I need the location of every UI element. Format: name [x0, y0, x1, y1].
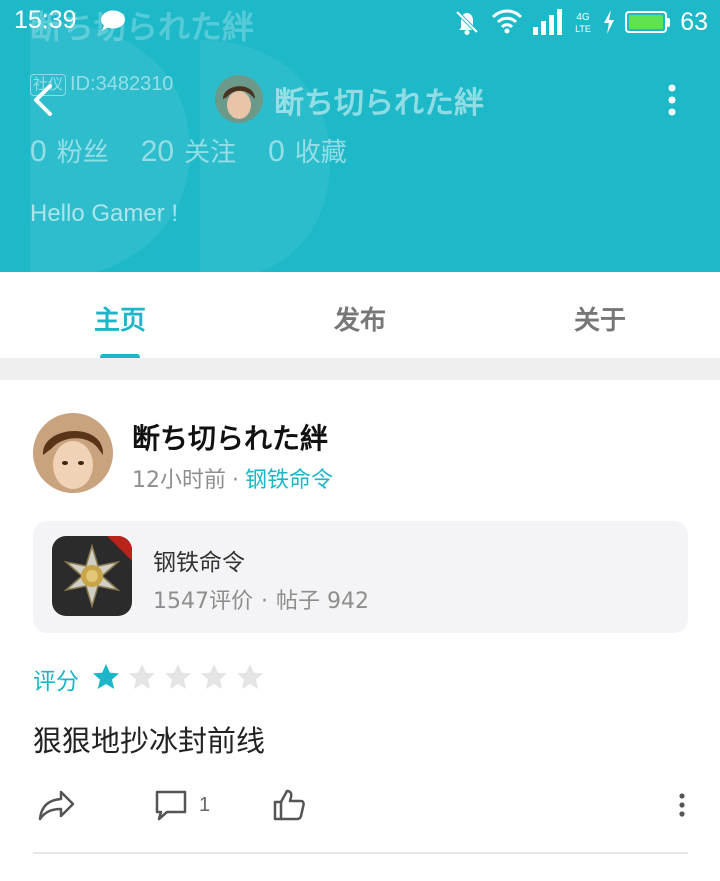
tab-home[interactable]: 主页 [0, 272, 240, 360]
stat-value: 20 [140, 135, 175, 168]
meta-separator: · [232, 468, 239, 493]
post-rating: 评分 [33, 662, 271, 696]
svg-text:4G: 4G [577, 12, 591, 23]
profile-bio: Hello Gamer ! [30, 200, 179, 227]
profile-header: 断ち切られた絆 15:39 4G LTE 63 社仪 ID:3482310 断ち… [0, 0, 720, 272]
post-meta: 12小时前 · 钢铁命令 [132, 462, 333, 494]
star-empty-icon [129, 664, 155, 689]
header-username: 断ち切られた絆 [274, 86, 484, 121]
stat-following[interactable]: 20 关注 [141, 132, 236, 169]
charging-icon [604, 10, 615, 34]
stats-separator: · [261, 589, 268, 614]
tab-about[interactable]: 关于 [480, 272, 720, 358]
post-game-link[interactable]: 钢铁命令 [245, 468, 333, 493]
share-icon [38, 790, 75, 821]
battery-icon [625, 11, 671, 33]
share-button[interactable] [37, 784, 77, 826]
star-empty-icon [201, 664, 227, 689]
comment-icon [155, 790, 187, 821]
section-divider [0, 358, 720, 380]
stat-label: 关注 [184, 138, 237, 168]
user-tag-badge: 社仪 [30, 73, 67, 96]
stat-followers[interactable]: 0 粉丝 [30, 132, 109, 169]
post-more-button[interactable] [676, 784, 688, 826]
game-card-name: 钢铁命令 [153, 550, 245, 576]
profile-stats: 0 粉丝 20 关注 0 收藏 [30, 132, 379, 169]
game-card[interactable]: 钢铁命令 1547评价 · 帖子 942 [33, 521, 688, 633]
status-icons: 4G LTE 63 [453, 6, 708, 38]
chat-bubble-icon [101, 10, 125, 31]
wifi-icon [492, 9, 523, 34]
rating-stars [91, 662, 271, 696]
status-time: 15:39 [14, 6, 77, 34]
status-bar: 15:39 4G LTE 63 [0, 0, 720, 46]
stat-favorites[interactable]: 0 收藏 [268, 132, 347, 169]
signal-icon [533, 9, 563, 35]
game-app-icon [52, 536, 132, 616]
battery-percent: 63 [680, 7, 708, 36]
game-posts: 帖子 942 [276, 589, 369, 614]
post-body-text: 狠狠地抄冰封前线 [33, 724, 266, 758]
star-empty-icon [237, 664, 263, 689]
star-filled-icon [93, 664, 119, 689]
post-actions: 1 [33, 784, 688, 826]
more-vertical-icon [679, 793, 685, 817]
user-id: ID:3482310 [70, 73, 174, 95]
post-time: 12小时前 [132, 468, 226, 493]
rating-label: 评分 [33, 669, 79, 695]
like-button[interactable] [271, 784, 307, 826]
post-divider [33, 852, 688, 854]
post-author-name[interactable]: 断ち切られた絆 [132, 417, 328, 457]
stat-value: 0 [30, 135, 47, 168]
star-empty-icon [165, 664, 191, 689]
more-options-icon[interactable] [662, 82, 682, 118]
lte-icon: 4G LTE [575, 12, 591, 34]
stat-value: 0 [268, 135, 285, 168]
header-avatar[interactable] [215, 75, 263, 123]
stat-label: 收藏 [294, 138, 347, 168]
thumbs-up-icon [273, 789, 305, 821]
post-author-avatar[interactable] [33, 413, 113, 493]
mute-icon [455, 10, 479, 35]
svg-text:LTE: LTE [575, 24, 591, 34]
comment-button[interactable]: 1 [153, 784, 210, 826]
game-card-stats: 1547评价 · 帖子 942 [153, 583, 369, 615]
user-id-row: 社仪 ID:3482310 [30, 73, 173, 96]
tab-label: 主页 [93, 306, 146, 336]
comment-count: 1 [199, 793, 211, 816]
tab-posts[interactable]: 发布 [240, 272, 480, 358]
profile-tabs: 主页 发布 关于 [0, 272, 720, 360]
tab-label: 发布 [333, 306, 386, 336]
stat-label: 粉丝 [56, 138, 109, 168]
tab-label: 关于 [573, 306, 626, 336]
game-reviews: 1547评价 [153, 589, 253, 614]
